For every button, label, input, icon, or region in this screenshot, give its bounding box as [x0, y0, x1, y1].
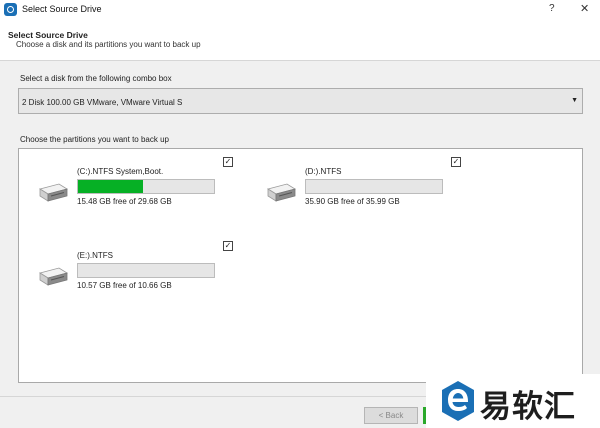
partition-free-space: 10.57 GB free of 10.66 GB: [77, 281, 172, 290]
watermark: 易软汇: [426, 374, 600, 428]
wizard-header: Select Source Drive Choose a disk and it…: [0, 20, 600, 61]
title-bar: Select Source Drive ? ✕: [0, 0, 600, 20]
partition-free-space: 15.48 GB free of 29.68 GB: [77, 197, 172, 206]
partition-name: (C:).NTFS System,Boot.: [77, 167, 164, 176]
hard-drive-icon: [39, 183, 68, 202]
partition-e[interactable]: (E:).NTFS 10.57 GB free of 10.66 GB: [37, 251, 237, 311]
close-button[interactable]: ✕: [580, 2, 589, 15]
disk-select-label: Select a disk from the following combo b…: [20, 74, 172, 83]
watermark-logo-icon: [442, 381, 474, 421]
disk-combo-box[interactable]: 2 Disk 100.00 GB VMware, VMware Virtual …: [18, 88, 583, 114]
usage-bar: [77, 179, 215, 194]
hard-drive-icon: [267, 183, 296, 202]
usage-bar: [77, 263, 215, 278]
partition-c[interactable]: (C:).NTFS System,Boot. 15.48 GB free of …: [37, 167, 237, 227]
partition-name: (E:).NTFS: [77, 251, 113, 260]
partition-e-checkbox[interactable]: ✓: [223, 241, 233, 251]
usage-bar-fill: [78, 180, 144, 193]
usage-bar: [305, 179, 443, 194]
partition-d[interactable]: (D:).NTFS 35.90 GB free of 35.99 GB: [265, 167, 465, 227]
page-title: Select Source Drive: [8, 30, 88, 40]
back-button[interactable]: < Back: [364, 407, 418, 424]
partition-d-checkbox[interactable]: ✓: [451, 157, 461, 167]
partitions-panel: (C:).NTFS System,Boot. 15.48 GB free of …: [18, 148, 583, 383]
page-subtitle: Choose a disk and its partitions you wan…: [16, 40, 201, 49]
help-button[interactable]: ?: [549, 3, 555, 14]
partition-free-space: 35.90 GB free of 35.99 GB: [305, 197, 400, 206]
disk-combo-value: 2 Disk 100.00 GB VMware, VMware Virtual …: [22, 98, 183, 107]
app-icon: [4, 3, 17, 16]
window-title: Select Source Drive: [22, 4, 102, 14]
partitions-label: Choose the partitions you want to back u…: [20, 135, 169, 144]
dropdown-arrow-icon[interactable]: ▼: [571, 97, 578, 104]
partition-name: (D:).NTFS: [305, 167, 342, 176]
partition-c-checkbox[interactable]: ✓: [223, 157, 233, 167]
hard-drive-icon: [39, 267, 68, 286]
watermark-text: 易软汇: [480, 389, 576, 425]
